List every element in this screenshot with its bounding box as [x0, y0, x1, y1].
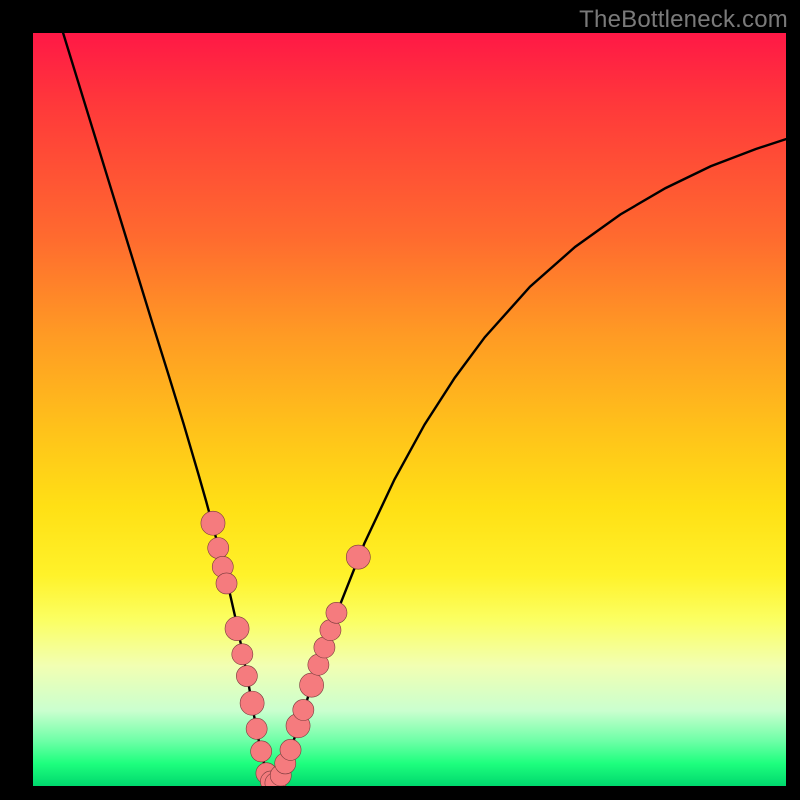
data-marker — [232, 644, 253, 665]
data-marker — [201, 511, 225, 535]
data-markers — [201, 511, 370, 786]
data-marker — [293, 699, 314, 720]
data-marker — [240, 691, 264, 715]
chart-frame: TheBottleneck.com — [0, 0, 800, 800]
watermark-text: TheBottleneck.com — [579, 6, 788, 34]
data-marker — [225, 617, 249, 641]
data-marker — [208, 538, 229, 559]
data-marker — [246, 718, 267, 739]
data-marker — [300, 673, 324, 697]
chart-svg — [33, 33, 786, 786]
data-marker — [280, 739, 301, 760]
data-marker — [251, 741, 272, 762]
data-marker — [346, 545, 370, 569]
data-marker — [216, 573, 237, 594]
bottleneck-curve — [63, 33, 786, 784]
data-marker — [236, 666, 257, 687]
plot-area — [33, 33, 786, 786]
data-marker — [326, 602, 347, 623]
